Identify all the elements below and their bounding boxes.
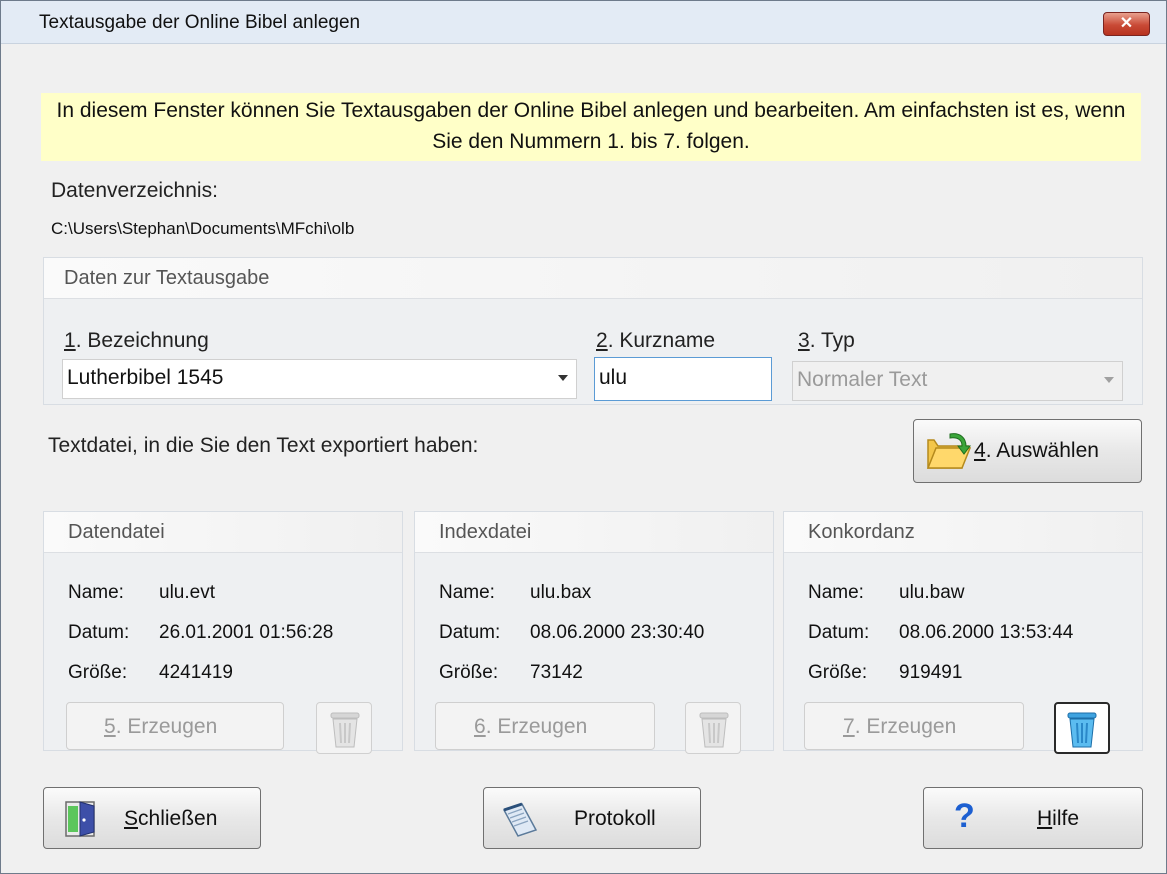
datum-key: Datum: xyxy=(439,622,501,643)
bezeichnung-label: 1. Bezeichnung xyxy=(64,329,209,353)
group-header: Indexdatei xyxy=(415,512,773,553)
create-number: 7 xyxy=(843,715,855,738)
file-group-konkordanz: Konkordanz Name: ulu.baw Datum: 08.06.20… xyxy=(783,511,1143,754)
data-dir-path: C:\Users\Stephan\Documents\MFchi\olb xyxy=(51,219,355,238)
file-group-indexdatei: Indexdatei Name: ulu.bax Datum: 08.06.20… xyxy=(414,511,774,754)
name-value: ulu.evt xyxy=(159,582,215,603)
create-number: 5 xyxy=(104,715,116,738)
kurzname-text: . Kurzname xyxy=(607,329,716,352)
create-konkordanz-button[interactable]: 7. Erzeugen xyxy=(804,702,1024,750)
info-banner: In diesem Fenster können Sie Textausgabe… xyxy=(41,93,1141,161)
close-dialog-label: Schließen xyxy=(124,807,217,831)
name-value: ulu.bax xyxy=(530,582,592,603)
select-file-label: 4. Auswählen xyxy=(974,439,1099,463)
group-title: Indexdatei xyxy=(439,521,532,543)
typ-label: 3. Typ xyxy=(798,329,855,353)
groesse-key: Größe: xyxy=(439,662,499,683)
create-indexdatei-button[interactable]: 6. Erzeugen xyxy=(435,702,655,750)
help-label: Hilfe xyxy=(1037,807,1079,831)
typ-number: 3 xyxy=(798,329,810,352)
close-icon: ✕ xyxy=(1119,15,1134,32)
help-button[interactable]: ? Hilfe xyxy=(923,787,1143,849)
groesse-value: 919491 xyxy=(899,662,963,683)
protokoll-button[interactable]: Protokoll xyxy=(483,787,701,849)
group-header: Konkordanz xyxy=(784,512,1142,553)
door-exit-icon xyxy=(65,801,95,837)
select-file-text: . Auswählen xyxy=(985,439,1099,462)
close-dialog-mnemonic: S xyxy=(124,807,139,830)
close-dialog-text: chließen xyxy=(138,807,218,830)
chevron-down-icon xyxy=(558,375,568,381)
create-text: . Erzeugen xyxy=(854,715,957,738)
groesse-key: Größe: xyxy=(808,662,868,683)
delete-indexdatei-button[interactable] xyxy=(685,702,741,754)
kurzname-input[interactable]: ulu xyxy=(594,357,772,401)
create-datendatei-button[interactable]: 5. Erzeugen xyxy=(66,702,284,750)
kurzname-number: 2 xyxy=(596,329,608,352)
groesse-key: Größe: xyxy=(68,662,128,683)
group-title: Daten zur Textausgabe xyxy=(64,267,270,289)
close-dialog-button[interactable]: Schließen xyxy=(43,787,261,849)
bezeichnung-number: 1 xyxy=(64,329,76,352)
dialog-window: Textausgabe der Online Bibel anlegen ✕ I… xyxy=(0,0,1167,874)
create-text: . Erzeugen xyxy=(115,715,218,738)
title-bar: Textausgabe der Online Bibel anlegen ✕ xyxy=(1,1,1166,44)
create-label: 5. Erzeugen xyxy=(104,715,217,739)
name-key: Name: xyxy=(68,582,124,603)
data-dir-label: Datenverzeichnis: xyxy=(51,179,218,202)
bezeichnung-text: . Bezeichnung xyxy=(75,329,209,352)
datum-value: 08.06.2000 23:30:40 xyxy=(530,622,705,643)
file-group-datendatei: Datendatei Name: ulu.evt Datum: 26.01.20… xyxy=(43,511,403,754)
select-file-button[interactable]: 4. Auswählen xyxy=(913,419,1142,483)
create-number: 6 xyxy=(474,715,486,738)
select-file-number: 4 xyxy=(974,439,986,462)
window-title: Textausgabe der Online Bibel anlegen xyxy=(39,12,361,33)
create-text: . Erzeugen xyxy=(485,715,588,738)
group-title: Konkordanz xyxy=(808,521,915,543)
close-button[interactable]: ✕ xyxy=(1103,12,1150,36)
folder-open-icon xyxy=(926,433,972,469)
group-title: Datendatei xyxy=(68,521,165,543)
trash-icon xyxy=(699,712,729,748)
name-value: ulu.baw xyxy=(899,582,965,603)
typ-text: . Typ xyxy=(809,329,855,352)
delete-konkordanz-button[interactable] xyxy=(1054,702,1110,754)
datum-value: 08.06.2000 13:53:44 xyxy=(899,622,1074,643)
bezeichnung-combo[interactable]: Lutherbibel 1545 xyxy=(62,359,577,399)
group-header: Daten zur Textausgabe xyxy=(44,258,1142,299)
delete-datendatei-button[interactable] xyxy=(316,702,372,754)
help-text: ilfe xyxy=(1052,807,1080,830)
name-key: Name: xyxy=(439,582,495,603)
notepad-icon xyxy=(502,802,538,837)
typ-value: Normaler Text xyxy=(797,368,928,391)
chevron-down-icon xyxy=(1104,377,1114,383)
create-label: 7. Erzeugen xyxy=(843,715,956,739)
trash-icon xyxy=(1067,712,1097,748)
group-header: Datendatei xyxy=(44,512,402,553)
datum-value: 26.01.2001 01:56:28 xyxy=(159,622,334,643)
kurzname-label: 2. Kurzname xyxy=(596,329,715,353)
protokoll-label: Protokoll xyxy=(574,807,656,830)
datum-key: Datum: xyxy=(68,622,130,643)
bezeichnung-value: Lutherbibel 1545 xyxy=(67,366,224,389)
datum-key: Datum: xyxy=(808,622,870,643)
trash-icon xyxy=(330,712,360,748)
help-mnemonic: H xyxy=(1037,807,1053,830)
groesse-value: 4241419 xyxy=(159,662,233,683)
name-key: Name: xyxy=(808,582,864,603)
typ-combo[interactable]: Normaler Text xyxy=(792,361,1123,401)
create-label: 6. Erzeugen xyxy=(474,715,587,739)
kurzname-value: ulu xyxy=(599,366,628,389)
groesse-value: 73142 xyxy=(530,662,583,683)
help-icon: ? xyxy=(954,797,975,835)
export-label: Textdatei, in die Sie den Text exportier… xyxy=(48,434,479,457)
